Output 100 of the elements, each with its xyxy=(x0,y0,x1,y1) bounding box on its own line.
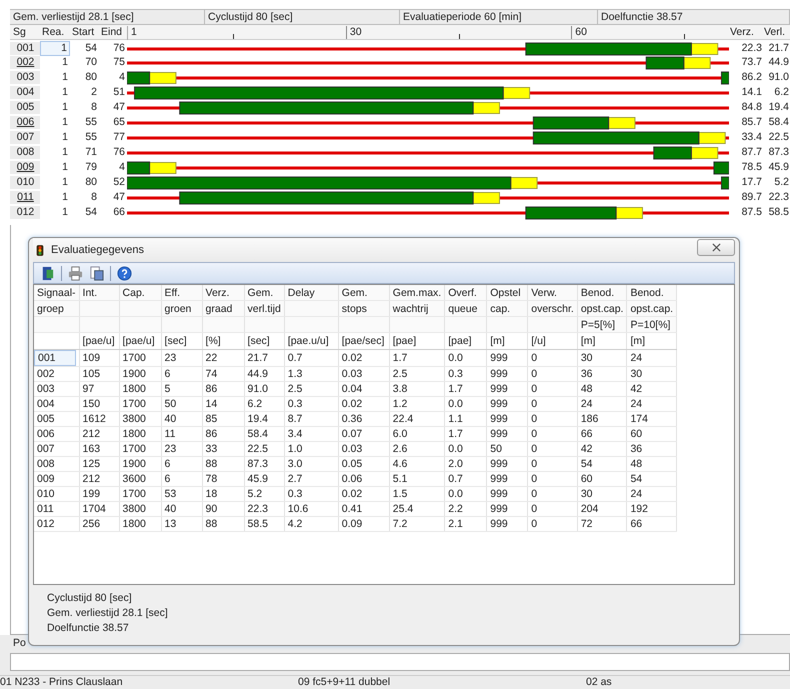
table-cell[interactable]: 1 xyxy=(40,146,70,159)
table-cell[interactable]: 009 xyxy=(34,472,76,486)
table-cell: 0.09 xyxy=(342,518,362,530)
signal-phase-bar xyxy=(720,71,729,84)
table-cell[interactable]: 004 xyxy=(34,397,76,411)
table-cell: 1700 xyxy=(122,488,146,500)
window-title: Evaluatiegegevens xyxy=(51,244,144,256)
table-cell: 1700 xyxy=(122,352,146,364)
table-cell: 105 xyxy=(82,368,100,380)
table-cell: 3800 xyxy=(122,413,146,425)
signal-group-cell[interactable]: 006 xyxy=(10,116,40,129)
clearance-phase-bar xyxy=(149,162,176,174)
table-cell: 0 xyxy=(531,352,538,364)
table-cell: 1612 xyxy=(82,413,106,425)
table-cell: 150 xyxy=(82,398,100,410)
table-cell: 6 xyxy=(164,368,170,380)
table-cell[interactable]: 008 xyxy=(34,457,76,471)
table-cell[interactable]: 010 xyxy=(34,487,76,501)
close-button[interactable] xyxy=(697,238,735,256)
column-header: Gem. xyxy=(342,286,368,298)
table-cell: 13 xyxy=(164,518,176,530)
table-cell: 163 xyxy=(82,443,100,455)
signal-group-cell[interactable]: 009 xyxy=(10,161,40,174)
column-header: P=5[%] xyxy=(580,318,615,330)
table-cell-text: 22.3 xyxy=(740,42,763,55)
table-cell: 199 xyxy=(82,488,100,500)
table-cell[interactable]: 003 xyxy=(34,382,76,396)
table-cell[interactable]: 006 xyxy=(34,427,76,441)
table-cell: 48 xyxy=(580,383,593,395)
column-header: Benod. xyxy=(630,286,664,298)
table-cell: 23 xyxy=(164,443,176,455)
signal-group-cell[interactable]: 005 xyxy=(10,101,40,114)
table-cell[interactable]: 1 xyxy=(40,71,70,84)
table-cell: 0.36 xyxy=(342,413,362,425)
table-cell[interactable]: 1 xyxy=(40,131,70,144)
signal-group-cell[interactable]: 002 xyxy=(10,56,40,69)
table-cell-text: 54 xyxy=(84,206,98,219)
table-cell-text: 86.2 xyxy=(740,71,763,84)
column-header: Verw. xyxy=(531,286,557,298)
signal-group-cell[interactable]: 007 xyxy=(10,131,40,144)
table-cell: 0.05 xyxy=(342,458,362,470)
table-cell: 44.9 xyxy=(248,368,268,380)
tick-mark xyxy=(233,34,234,38)
door-icon[interactable] xyxy=(40,266,55,280)
unit-label: [/u] xyxy=(531,335,546,347)
table-cell[interactable]: 001 xyxy=(34,350,76,366)
help-icon[interactable] xyxy=(117,266,132,280)
table-cell[interactable]: 011 xyxy=(34,502,76,516)
signal-group-cell[interactable]: 008 xyxy=(10,146,40,159)
table-cell: 2.5 xyxy=(392,368,408,380)
summary-text: Doelfunctie 38.57 xyxy=(47,621,130,635)
table-cell-text: 70 xyxy=(84,56,98,69)
table-cell[interactable]: 007 xyxy=(34,442,76,456)
clearance-phase-bar xyxy=(472,102,500,114)
panel-label: Po xyxy=(13,637,26,649)
table-cell-text: 22.5 xyxy=(768,131,790,144)
clearance-phase-bar xyxy=(683,56,711,68)
document-icon[interactable] xyxy=(89,266,104,280)
table-cell-text: 45.9 xyxy=(768,161,790,174)
table-cell-text: 58.4 xyxy=(768,116,790,129)
table-cell: 8.7 xyxy=(288,413,302,425)
table-cell[interactable]: 005 xyxy=(34,412,76,426)
table-cell: 1700 xyxy=(122,443,146,455)
table-cell-text: 73.7 xyxy=(740,56,763,69)
table-cell-text: 2 xyxy=(90,86,98,99)
clearance-phase-bar xyxy=(616,206,643,218)
table-cell: 212 xyxy=(82,473,100,485)
table-cell[interactable]: 1 xyxy=(40,101,70,114)
table-cell: 1.1 xyxy=(448,413,463,425)
table-cell-text: 80 xyxy=(84,176,98,189)
column-header: Gem.max. xyxy=(392,286,442,298)
table-cell: 42 xyxy=(580,443,593,455)
signal-group-cell[interactable]: 011 xyxy=(10,191,40,204)
printer-icon[interactable] xyxy=(68,266,83,280)
signal-group-cell[interactable]: 012 xyxy=(10,206,40,219)
table-cell[interactable]: 1 xyxy=(40,116,70,129)
table-cell: 36 xyxy=(630,443,642,455)
table-cell[interactable]: 1 xyxy=(40,41,70,56)
signal-group-cell[interactable]: 003 xyxy=(10,71,40,84)
table-cell: 0 xyxy=(531,443,538,455)
table-cell[interactable]: 1 xyxy=(40,86,70,99)
table-cell[interactable]: 002 xyxy=(34,367,76,381)
table-cell: 97 xyxy=(82,383,94,395)
table-cell[interactable]: 1 xyxy=(40,191,70,204)
table-cell: 0.04 xyxy=(342,383,362,395)
table-cell: 53 xyxy=(164,488,176,500)
signal-group-cell[interactable]: 004 xyxy=(10,86,40,99)
signal-group-cell[interactable]: 001 xyxy=(10,42,40,55)
table-cell: 1800 xyxy=(122,518,146,530)
table-cell[interactable]: 1 xyxy=(40,176,70,189)
signal-group-cell[interactable]: 010 xyxy=(10,176,40,189)
table-cell-text: 91.0 xyxy=(768,71,790,84)
table-cell: 30 xyxy=(580,352,593,364)
input-field[interactable] xyxy=(10,653,790,671)
table-cell[interactable]: 1 xyxy=(40,161,70,174)
unit-label: [m] xyxy=(580,335,596,347)
table-cell[interactable]: 1 xyxy=(40,56,70,69)
table-cell[interactable]: 012 xyxy=(34,517,76,531)
table-cell: 7.2 xyxy=(392,518,408,530)
table-cell[interactable]: 1 xyxy=(40,206,70,219)
